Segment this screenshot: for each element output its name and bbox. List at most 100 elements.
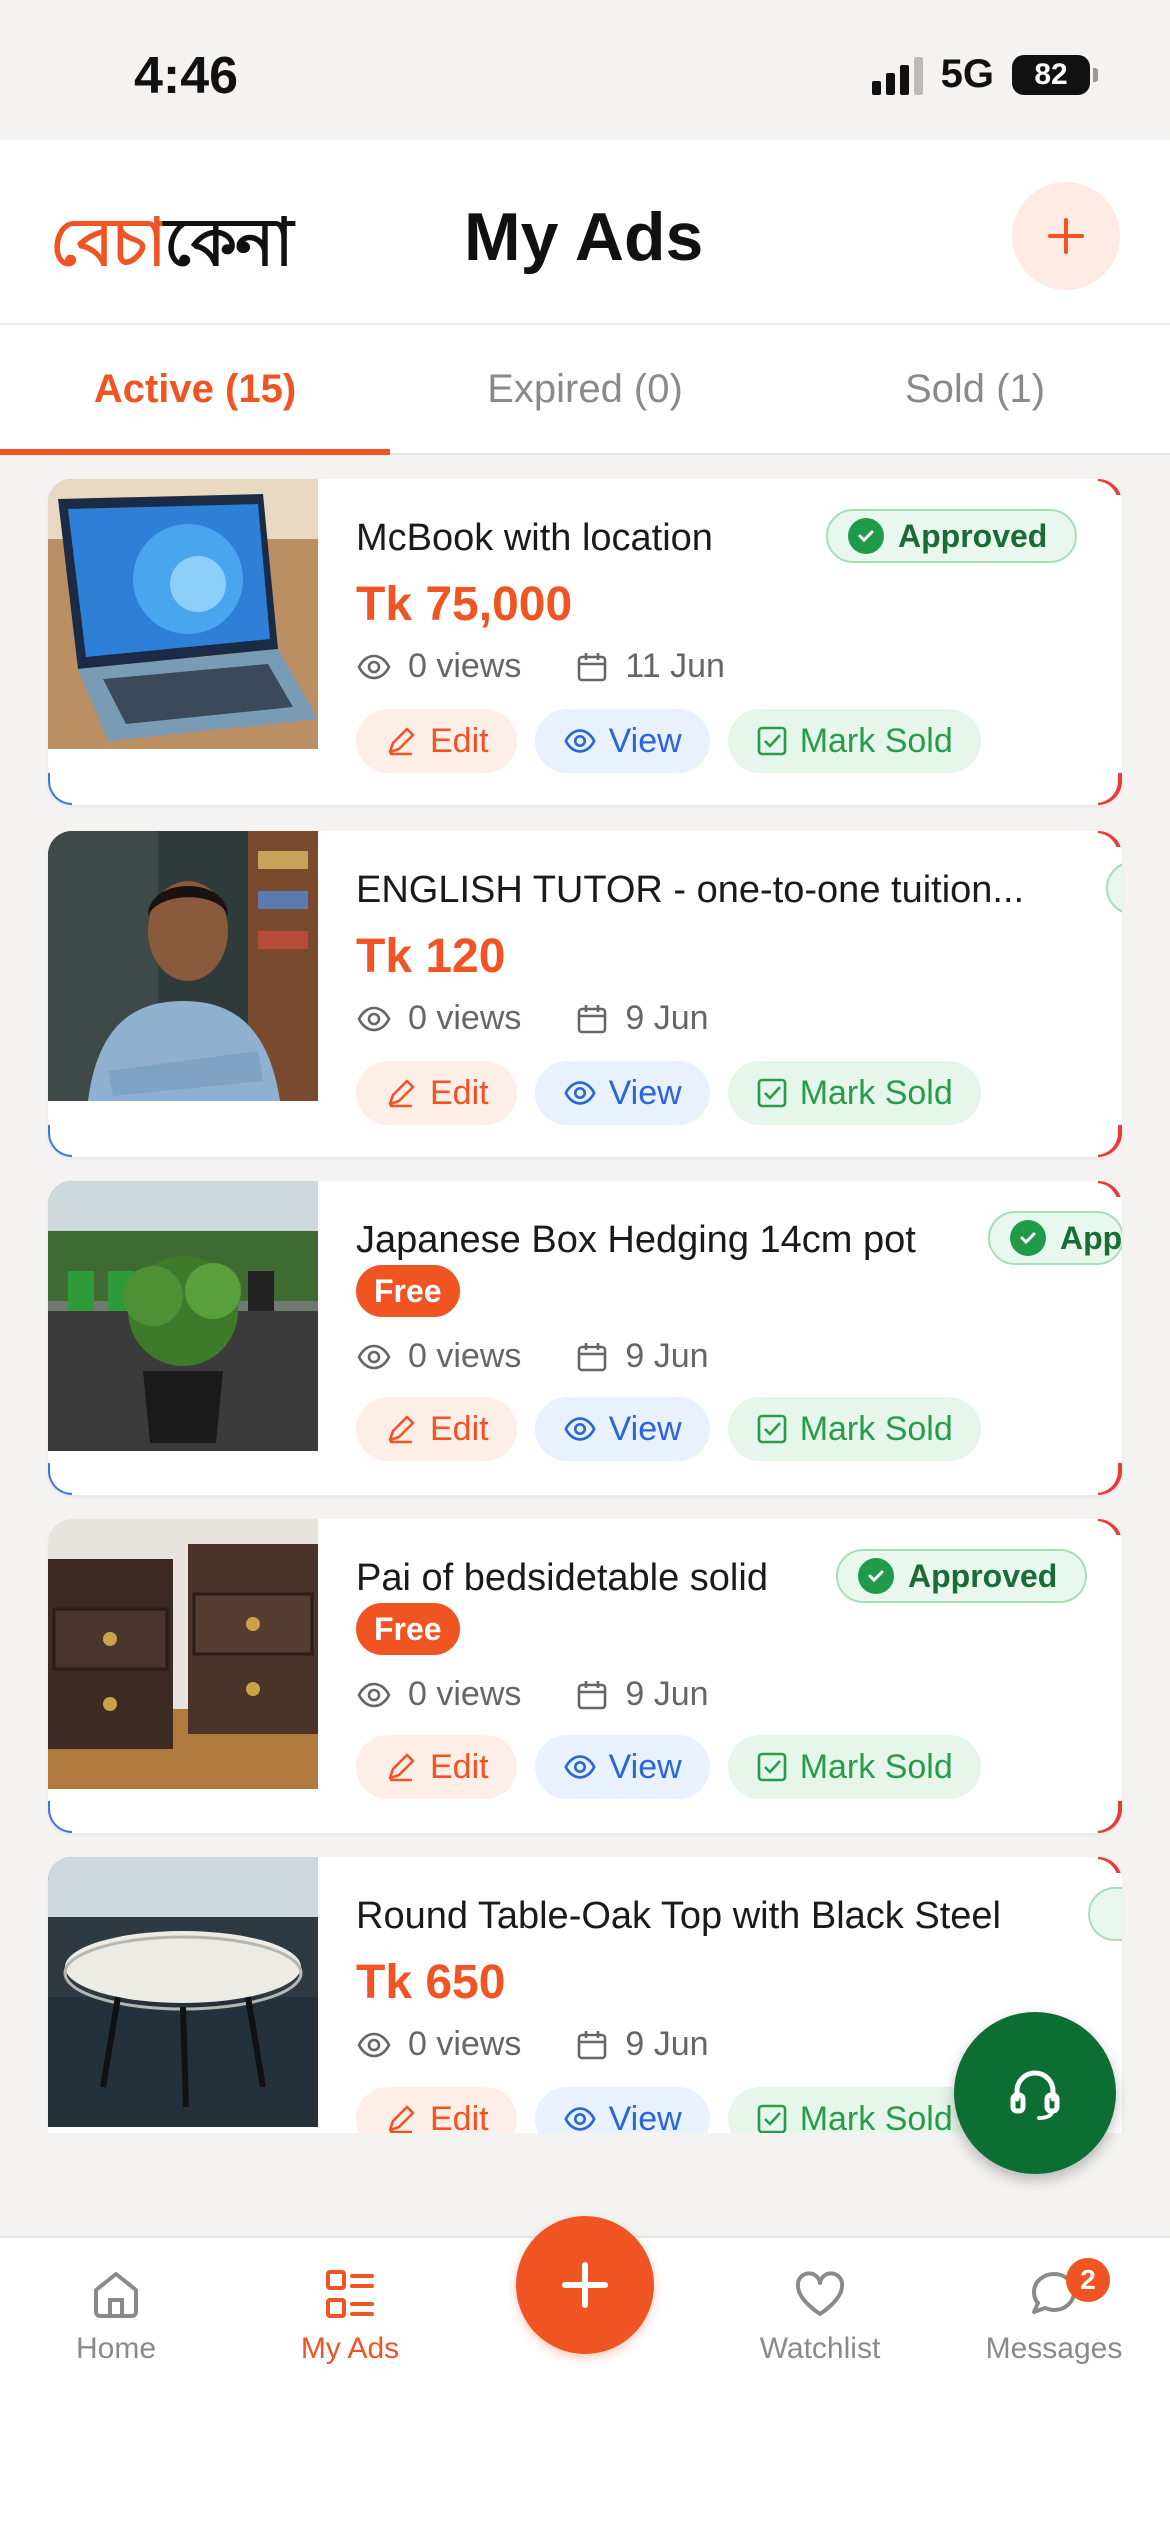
pencil-icon [388,2105,415,2133]
views-count: 0 views [408,999,522,1037]
ads-list[interactable]: McBook with location Approved Tk 75,000 … [0,455,1170,2133]
post-ad-button[interactable] [1012,182,1120,290]
ad-meta: 0 views 9 Jun [356,2025,709,2064]
tab-expired[interactable]: Expired (0) [390,325,780,453]
edit-button[interactable]: Edit [356,1735,517,1799]
logo-part-2: কেনা [164,205,293,279]
checkbox-icon [757,1752,786,1782]
network-type: 5G [940,52,994,96]
view-button[interactable]: View [534,2087,710,2134]
ad-price: Tk 75,000 [356,578,573,631]
mark-sold-label: Mark Sold [799,1747,953,1786]
ad-meta: 0 views 11 Jun [356,647,725,686]
views-count: 0 views [408,1675,522,1713]
checkbox-icon [757,2104,786,2133]
ad-title[interactable]: McBook with location [356,517,713,560]
ad-actions: Edit View Mark Sold [356,1735,981,1799]
nav-watchlist[interactable]: Watchlist [720,2266,920,2366]
support-chat-button[interactable] [954,2012,1116,2174]
ad-thumbnail-furniture[interactable] [48,1519,318,1789]
status-label: Approved [898,517,1048,554]
edit-button[interactable]: Edit [356,1397,517,1461]
status-indicators: 5G 82 [871,52,1098,97]
list-icon [326,2270,374,2318]
nav-messages-label: Messages [985,2332,1123,2365]
ad-thumbnail-table[interactable] [48,1857,318,2127]
status-time: 4:46 [134,47,239,105]
ad-thumbnail-laptop[interactable] [48,479,318,749]
eye-icon [357,1344,391,1369]
check-icon [848,518,884,554]
battery-level: 82 [1034,57,1068,91]
edit-label: Edit [430,1409,489,1448]
ad-title[interactable]: ENGLISH TUTOR - one-to-one tuition... [356,869,1024,912]
view-button[interactable]: View [534,709,710,773]
status-label: App [1060,1219,1122,1256]
eye-icon [357,1682,391,1707]
mark-sold-label: Mark Sold [799,1073,953,1112]
nav-my-ads-label: My Ads [300,2332,400,2365]
edit-label: Edit [430,1747,489,1786]
eye-icon [357,2032,391,2057]
plus-icon [1048,218,1084,254]
app-logo[interactable]: বেচাকেনা [50,192,294,302]
calendar-icon [578,1004,607,1033]
free-badge: Free [356,1265,460,1317]
calendar-icon [578,1342,607,1371]
check-icon [858,1558,894,1594]
ad-thumbnail-person[interactable] [48,831,318,1101]
nav-home-label: Home [75,2332,157,2365]
view-button[interactable]: View [534,1397,710,1461]
eye-icon [357,654,391,679]
status-badge: Approved [836,1549,1088,1603]
nav-home[interactable]: Home [16,2266,216,2366]
edit-button[interactable]: Edit [356,2087,517,2133]
mark-sold-label: Mark Sold [799,1409,953,1448]
ad-title[interactable]: Pai of bedsidetable solid [356,1557,768,1600]
status-bar: 4:46 5G 82 [0,0,1170,140]
nav-post-ad-button[interactable] [516,2216,654,2354]
nav-messages[interactable]: Messages 2 [954,2258,1154,2366]
bottom-nav: Home My Ads Watchlist Messages 2 [0,2216,1170,2532]
nav-watchlist-label: Watchlist [759,2332,881,2365]
checkbox-icon [757,1414,786,1444]
heart-icon [795,2271,845,2316]
view-button[interactable]: View [534,1735,710,1799]
calendar-icon [578,652,607,681]
views-count: 0 views [408,647,522,685]
view-button[interactable]: View [534,1061,710,1125]
edit-button[interactable]: Edit [356,709,517,773]
ad-actions: Edit View Mark Sold [356,1061,981,1125]
ad-actions: Edit View Mark Sold [356,2087,981,2133]
nav-my-ads[interactable]: My Ads [250,2266,450,2366]
mark-sold-button[interactable]: Mark Sold [727,1735,981,1799]
pencil-icon [388,1079,415,1108]
mark-sold-button[interactable]: Mark Sold [727,1061,981,1125]
ad-thumbnail-plant[interactable] [48,1181,318,1451]
mark-sold-button[interactable]: Mark Sold [727,2087,981,2133]
ad-title[interactable]: Japanese Box Hedging 14cm pot [356,1219,916,1262]
ad-card[interactable]: McBook with location Approved Tk 75,000 … [48,479,1122,805]
view-label: View [608,2099,682,2134]
ad-title[interactable]: Round Table-Oak Top with Black Steel [356,1895,1001,1938]
ad-card[interactable]: ENGLISH TUTOR - one-to-one tuition... Tk… [48,831,1122,1157]
home-icon [94,2272,138,2318]
plus-icon [562,2262,608,2308]
ad-meta: 0 views 9 Jun [356,999,709,1038]
eye-icon [563,729,596,753]
edit-label: Edit [430,721,489,760]
posted-date: 9 Jun [625,2025,709,2063]
posted-date: 9 Jun [625,1675,709,1713]
ad-meta: 0 views 9 Jun [356,1675,709,1714]
ad-card[interactable]: Japanese Box Hedging 14cm pot App Free 0… [48,1181,1122,1495]
mark-sold-button[interactable]: Mark Sold [727,1397,981,1461]
calendar-icon [578,2030,607,2059]
tab-sold[interactable]: Sold (1) [780,325,1170,453]
checkbox-icon [757,1078,786,1108]
edit-button[interactable]: Edit [356,1061,517,1125]
tab-active[interactable]: Active (15) [0,325,390,455]
signal-icon [871,55,923,95]
mark-sold-button[interactable]: Mark Sold [727,709,981,773]
pencil-icon [388,1753,415,1782]
ad-card[interactable]: Pai of bedsidetable solid Approved Free … [48,1519,1122,1833]
